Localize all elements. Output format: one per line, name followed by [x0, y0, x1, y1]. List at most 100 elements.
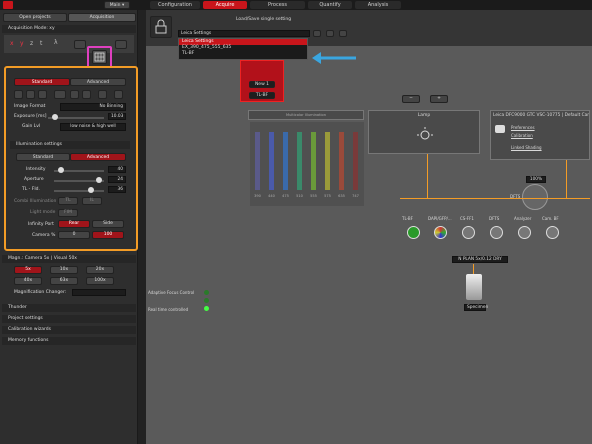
exposure-input[interactable]: 10.03	[108, 113, 126, 120]
infinity-rear[interactable]: Rear	[58, 220, 90, 228]
settings-dropdown[interactable]: Leica Settings	[178, 30, 310, 37]
image-format-select[interactable]: No Binning	[60, 103, 126, 111]
light-mode-fim[interactable]: FIM	[58, 209, 78, 217]
tab-process[interactable]: Process	[250, 1, 305, 9]
calibration-link[interactable]: Calibration	[511, 133, 533, 138]
filter-dfts[interactable]	[490, 226, 503, 239]
tab-acquire[interactable]: Acquire	[203, 1, 247, 9]
section-memory-functions[interactable]: Memory functions	[2, 337, 136, 345]
toolbar-btn-7[interactable]	[98, 90, 107, 99]
tab-quantify[interactable]: Quantify	[308, 1, 352, 9]
channel-475-slider[interactable]	[283, 132, 288, 190]
dfts-value[interactable]: 100%	[526, 176, 546, 183]
tlfd-label: TL - FId.	[22, 187, 40, 192]
channel-635-slider[interactable]	[339, 132, 344, 190]
dfts-wheel[interactable]	[522, 184, 548, 210]
toolbar-btn-4[interactable]	[54, 90, 66, 99]
tab-analysis[interactable]: Analysis	[355, 1, 401, 9]
specimen-label[interactable]: Specimen	[464, 304, 488, 311]
aperture-slider-handle[interactable]	[96, 177, 102, 183]
lamp-box[interactable]: Lamp	[368, 110, 480, 154]
tl-bf-setting[interactable]: TL-BF	[249, 92, 275, 99]
tlfd-slider[interactable]	[54, 190, 104, 192]
magn-63x[interactable]: 63x	[50, 277, 78, 285]
axis-z[interactable]: z	[30, 40, 33, 47]
tab-standard[interactable]: Standard	[14, 78, 70, 86]
path-line	[400, 198, 590, 199]
magn-header[interactable]: Magn.: Camera 5x | Visual 50x	[2, 255, 136, 263]
camera-pct-0[interactable]: 0	[58, 231, 90, 239]
magn-5x[interactable]: 5x	[14, 266, 42, 274]
tab-acquisition[interactable]: Acquisition	[68, 13, 136, 22]
channel-747-slider[interactable]	[353, 132, 358, 190]
new-setting[interactable]: New 1	[249, 81, 275, 88]
menu-item-tl-bf[interactable]: TL-BF	[179, 51, 307, 57]
axis-lambda[interactable]: λ	[54, 39, 64, 49]
gain-select[interactable]: low noise & high well	[60, 123, 126, 131]
mode-button-3[interactable]	[115, 40, 127, 49]
tab-open-projects[interactable]: Open projects	[3, 13, 67, 22]
section-thunder[interactable]: Thunder	[2, 304, 136, 312]
toolbar-btn-5[interactable]	[70, 90, 79, 99]
filter-dapi[interactable]	[434, 226, 447, 239]
tab-advanced[interactable]: Advanced	[70, 78, 126, 86]
intensity-slider-handle[interactable]	[58, 167, 64, 173]
exposure-slider-handle[interactable]	[52, 114, 58, 120]
camera-pct-label: Camera %	[32, 233, 56, 238]
toolbar-btn-2[interactable]	[26, 90, 35, 99]
filter-label: DFTS	[489, 216, 500, 221]
intensity-input[interactable]: 40	[108, 166, 126, 173]
section-project-settings[interactable]: Project settings	[2, 315, 136, 323]
tab-configuration[interactable]: Configuration	[150, 1, 200, 9]
channel-510-slider[interactable]	[297, 132, 302, 190]
magn-10x[interactable]: 10x	[50, 266, 78, 274]
aperture-input[interactable]: 24	[108, 176, 126, 183]
linked-shading-link[interactable]: Linked Shading	[511, 145, 542, 150]
axis-t[interactable]: t	[40, 40, 42, 47]
section-calibration-wizards[interactable]: Calibration wizards	[2, 326, 136, 334]
main-selector[interactable]: Main ▾	[104, 1, 130, 9]
illum-header[interactable]: Illumination settings	[10, 141, 130, 149]
axis-x[interactable]: x	[10, 40, 14, 47]
filter-label: TL-BF	[402, 216, 413, 221]
zoom-in-button[interactable]: +	[430, 95, 448, 103]
camera-pct-100[interactable]: 100	[92, 231, 124, 239]
rt-label: Real time controlled	[148, 307, 189, 312]
gain-label: Gain Lvl	[22, 124, 41, 129]
panel-divider[interactable]	[138, 10, 146, 444]
save-icon[interactable]	[313, 30, 321, 37]
channel-555-slider[interactable]	[311, 132, 316, 190]
lock-button[interactable]	[150, 16, 172, 38]
zoom-out-button[interactable]: −	[402, 95, 420, 103]
toolbar-btn-1[interactable]	[14, 90, 23, 99]
infinity-side[interactable]: Side	[92, 220, 124, 228]
illum-tab-standard[interactable]: Standard	[16, 153, 70, 161]
filter-tl-bf[interactable]	[407, 226, 420, 239]
tile-scan-button[interactable]	[92, 50, 107, 64]
mode-button-1[interactable]	[74, 40, 86, 49]
axis-y[interactable]: y	[20, 40, 24, 47]
tlfd-slider-handle[interactable]	[88, 187, 94, 193]
undo-icon[interactable]	[339, 30, 347, 37]
toolbar-btn-6[interactable]	[82, 90, 91, 99]
delete-icon[interactable]	[326, 30, 334, 37]
preferences-link[interactable]: Preferences	[511, 125, 535, 130]
magn-100x[interactable]: 100x	[86, 277, 114, 285]
combi-il[interactable]: IL	[82, 197, 102, 205]
magn-40x[interactable]: 40x	[14, 277, 42, 285]
magn-changer-select[interactable]	[72, 289, 126, 296]
magn-20x[interactable]: 20x	[86, 266, 114, 274]
filter-cs[interactable]	[462, 226, 475, 239]
objective-icon	[466, 274, 482, 300]
combi-tl[interactable]: TL	[58, 197, 78, 205]
objective-select[interactable]: N PLAN 5x/0.12 DRY	[452, 256, 508, 263]
toolbar-btn-3[interactable]	[38, 90, 47, 99]
channel-575-slider[interactable]	[325, 132, 330, 190]
tlfd-input[interactable]: 36	[108, 186, 126, 193]
filter-analyzer[interactable]	[518, 226, 531, 239]
illum-tab-advanced[interactable]: Advanced	[70, 153, 126, 161]
toolbar-btn-8[interactable]	[114, 90, 123, 99]
channel-390-slider[interactable]	[255, 132, 260, 190]
filter-cam[interactable]	[546, 226, 559, 239]
channel-440-slider[interactable]	[269, 132, 274, 190]
